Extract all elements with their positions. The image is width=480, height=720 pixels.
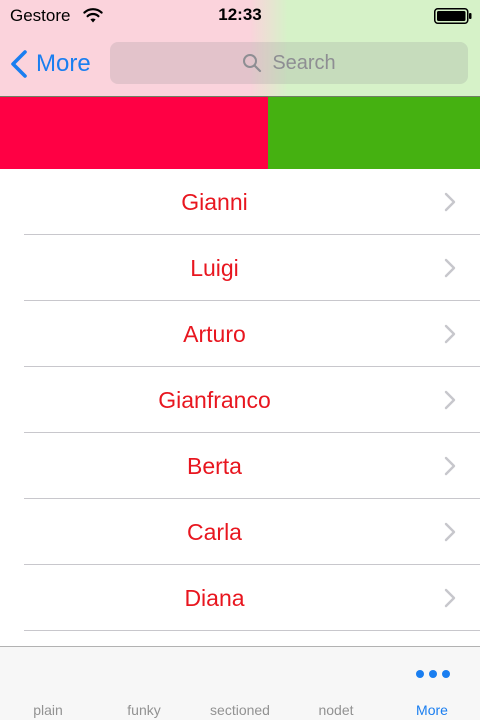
- back-button[interactable]: More: [10, 46, 91, 82]
- tab-more[interactable]: More: [384, 647, 480, 720]
- chevron-right-icon: [444, 324, 456, 344]
- list-item[interactable]: Gianni: [0, 169, 480, 235]
- green-block: [268, 97, 480, 169]
- list-item[interactable]: Diana: [0, 565, 480, 631]
- tab-bar: plain funky sectioned nodet More: [0, 646, 480, 720]
- tab-label: funky: [127, 702, 161, 718]
- tab-label: More: [416, 702, 448, 718]
- chevron-right-icon: [444, 522, 456, 542]
- tab-label: nodet: [318, 702, 354, 718]
- chevron-right-icon: [444, 390, 456, 410]
- navigation-bar: More Search: [0, 32, 480, 96]
- list-item-label: Gianfranco: [158, 387, 271, 413]
- list-item-label: Arturo: [183, 321, 246, 347]
- search-icon: [243, 54, 262, 73]
- list-item-label: Carla: [187, 519, 242, 545]
- tab-label: sectioned: [210, 702, 270, 718]
- search-field[interactable]: Search: [110, 42, 468, 84]
- chevron-right-icon: [444, 456, 456, 476]
- header: Gestore 12:33 More Search: [0, 0, 480, 96]
- list-item-label: Diana: [184, 585, 245, 611]
- list-item-label: Berta: [187, 453, 242, 479]
- list-item[interactable]: Carla: [0, 499, 480, 565]
- battery-full-icon: [434, 8, 472, 24]
- chevron-left-icon: [11, 50, 27, 78]
- list-item-label: Luigi: [190, 255, 239, 281]
- chevron-right-icon: [444, 588, 456, 608]
- tab-sectioned[interactable]: sectioned: [192, 647, 288, 720]
- red-block: [0, 97, 268, 169]
- tab-label: plain: [33, 702, 63, 718]
- status-bar: Gestore 12:33: [0, 0, 480, 32]
- more-dots-icon: [416, 670, 450, 678]
- list-item[interactable]: Berta: [0, 433, 480, 499]
- tab-nodet[interactable]: nodet: [288, 647, 384, 720]
- names-list: Gianni Luigi Arturo Gianfranco Berta Car…: [0, 169, 480, 631]
- list-item[interactable]: Arturo: [0, 301, 480, 367]
- list-item[interactable]: Luigi: [0, 235, 480, 301]
- search-placeholder: Search: [272, 51, 336, 74]
- list-item-label: Gianni: [181, 189, 248, 215]
- chevron-right-icon: [444, 192, 456, 212]
- chevron-right-icon: [444, 258, 456, 278]
- tab-plain[interactable]: plain: [0, 647, 96, 720]
- back-button-label: More: [36, 50, 91, 77]
- color-band: [0, 96, 480, 169]
- tab-funky[interactable]: funky: [96, 647, 192, 720]
- clock: 12:33: [218, 5, 262, 24]
- list-item[interactable]: Gianfranco: [0, 367, 480, 433]
